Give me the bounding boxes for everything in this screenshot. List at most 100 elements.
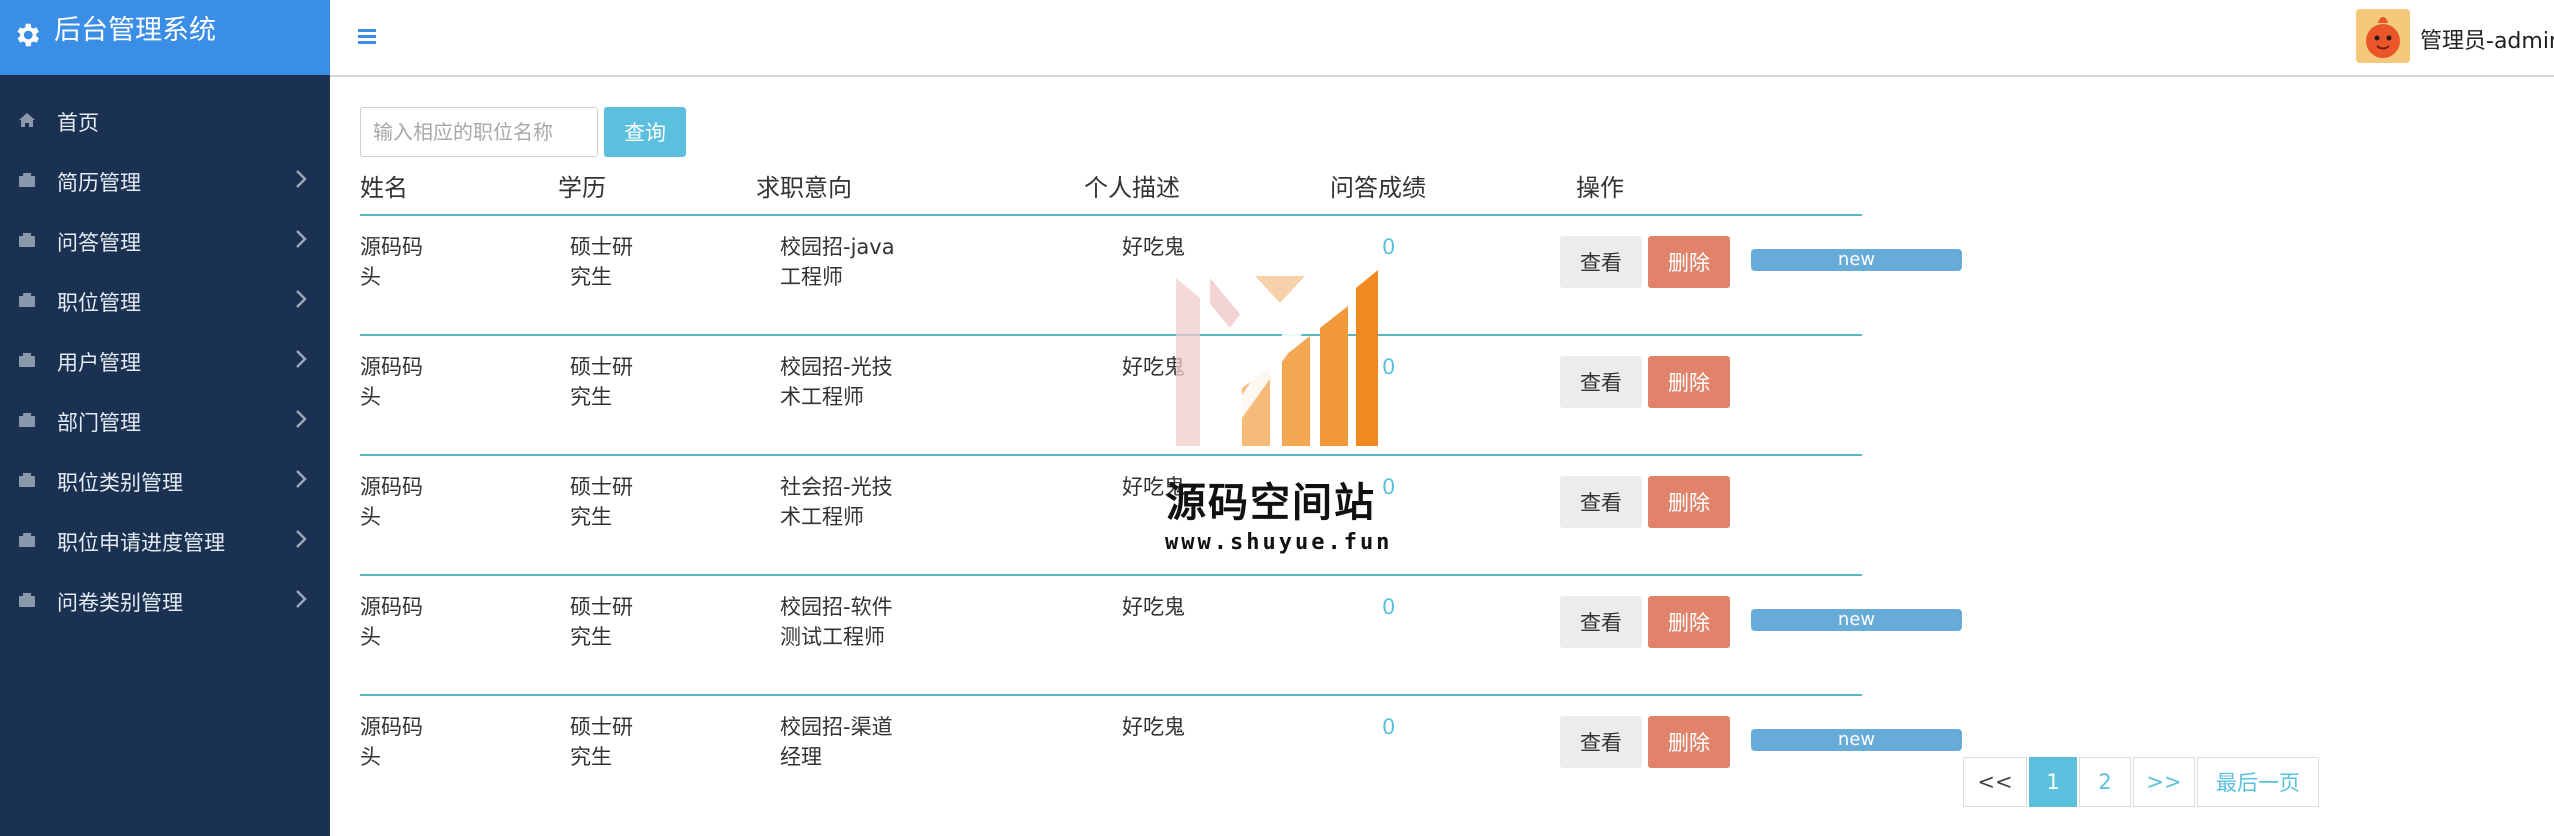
pagination-next[interactable]: >> <box>2133 757 2195 807</box>
sidebar-item-position-categories[interactable]: 职位类别管理 <box>0 450 330 510</box>
sidebar-item-label: 职位管理 <box>57 291 141 315</box>
table-row: 源码码头 硕士研 究生 校园招-光技 术工程师 好吃鬼 0 查看 删除 <box>360 336 1862 456</box>
column-header-intention: 求职意向 <box>756 174 852 202</box>
cell-name: 源码码头 <box>360 475 423 529</box>
watermark-url: www.shuyue.fun <box>1165 530 1393 555</box>
new-badge: new <box>1751 609 1962 631</box>
column-header-score: 问答成绩 <box>1330 174 1426 202</box>
cell-education: 硕士研 究生 <box>570 715 633 769</box>
search-button[interactable]: 查询 <box>604 107 686 157</box>
menu-icon <box>19 233 35 247</box>
cell-education: 硕士研 究生 <box>570 355 633 409</box>
sidebar-item-survey-categories[interactable]: 问卷类别管理 <box>0 570 330 630</box>
new-badge: new <box>1751 729 1962 751</box>
home-icon <box>19 113 35 127</box>
cell-score: 0 <box>1382 235 1396 259</box>
avatar-image <box>2356 9 2410 63</box>
sidebar-item-label: 简历管理 <box>57 171 141 195</box>
gear-icon <box>17 23 40 47</box>
sidebar-item-resume[interactable]: 简历管理 <box>0 150 330 210</box>
pagination-prev[interactable]: << <box>1963 757 2027 807</box>
cell-score: 0 <box>1382 715 1396 739</box>
cell-name: 源码码头 <box>360 235 423 289</box>
cell-intention: 校园招-java 工程师 <box>780 235 895 289</box>
cell-description: 好吃鬼 <box>1122 595 1185 619</box>
cell-intention: 校园招-软件 测试工程师 <box>780 595 893 649</box>
cell-score: 0 <box>1382 355 1396 379</box>
table-row: 源码码头 硕士研 究生 校园招-渠道 经理 好吃鬼 0 查看 删除 <box>360 696 1862 816</box>
delete-button[interactable]: 删除 <box>1648 356 1730 408</box>
sidebar: 后台管理系统 首页 简历管理 问答管理 职位管理 用户管理 部门管理 职位类别管… <box>0 0 330 836</box>
chevron-right-icon <box>296 350 307 368</box>
sidebar-item-departments[interactable]: 部门管理 <box>0 390 330 450</box>
app-title: 后台管理系统 <box>54 15 216 46</box>
new-badge: new <box>1751 249 1962 271</box>
chevron-right-icon <box>296 530 307 548</box>
cell-intention: 校园招-渠道 经理 <box>780 715 893 769</box>
sidebar-item-label: 用户管理 <box>57 351 141 375</box>
menu-icon <box>19 593 35 607</box>
delete-button[interactable]: 删除 <box>1648 716 1730 768</box>
cell-education: 硕士研 究生 <box>570 475 633 529</box>
sidebar-item-label: 职位申请进度管理 <box>57 531 225 555</box>
cell-name: 源码码头 <box>360 595 423 649</box>
sidebar-item-label: 职位类别管理 <box>57 471 183 495</box>
watermark-title: 源码空间站 <box>1166 480 1376 526</box>
sidebar-item-label: 问卷类别管理 <box>57 591 183 615</box>
view-button[interactable]: 查看 <box>1560 236 1642 288</box>
menu-icon <box>19 473 35 487</box>
table-row: 源码码头 硕士研 究生 校园招-软件 测试工程师 好吃鬼 0 查看 删除 <box>360 576 1862 696</box>
chevron-right-icon <box>296 590 307 608</box>
menu-icon <box>19 533 35 547</box>
delete-button[interactable]: 删除 <box>1648 236 1730 288</box>
pagination-last[interactable]: 最后一页 <box>2197 757 2319 807</box>
column-header-education: 学历 <box>558 174 606 202</box>
cell-education: 硕士研 究生 <box>570 235 633 289</box>
column-header-actions: 操作 <box>1576 174 1624 202</box>
sidebar-item-users[interactable]: 用户管理 <box>0 330 330 390</box>
chevron-right-icon <box>296 470 307 488</box>
brand-bar: 后台管理系统 <box>0 0 330 75</box>
table-row: 源码码头 硕士研 究生 社会招-光技 术工程师 好吃鬼 0 查看 删除 <box>360 456 1862 576</box>
cell-education: 硕士研 究生 <box>570 595 633 649</box>
pagination-page-2[interactable]: 2 <box>2079 757 2131 807</box>
cell-score: 0 <box>1382 475 1396 499</box>
delete-button[interactable]: 删除 <box>1648 596 1730 648</box>
cell-intention: 校园招-光技 术工程师 <box>780 355 893 409</box>
chevron-right-icon <box>296 170 307 188</box>
top-header: 管理员-admin <box>330 0 2554 77</box>
sidebar-item-application-progress[interactable]: 职位申请进度管理 <box>0 510 330 570</box>
pagination-page-1[interactable]: 1 <box>2029 757 2077 807</box>
hamburger-icon[interactable] <box>358 29 376 45</box>
delete-button[interactable]: 删除 <box>1648 476 1730 528</box>
sidebar-item-position[interactable]: 职位管理 <box>0 270 330 330</box>
sidebar-menu: 首页 简历管理 问答管理 职位管理 用户管理 部门管理 职位类别管理 职位申请进… <box>0 90 330 630</box>
watermark-logo-icon <box>1176 270 1378 446</box>
menu-icon <box>19 293 35 307</box>
view-button[interactable]: 查看 <box>1560 356 1642 408</box>
cell-description: 好吃鬼 <box>1122 235 1185 259</box>
menu-icon <box>19 173 35 187</box>
current-user-label[interactable]: 管理员-admin <box>2420 23 2554 55</box>
avatar[interactable] <box>2356 9 2410 63</box>
column-header-description: 个人描述 <box>1084 174 1180 202</box>
cell-description: 好吃鬼 <box>1122 715 1185 739</box>
chevron-right-icon <box>296 290 307 308</box>
sidebar-item-label: 部门管理 <box>57 411 141 435</box>
search-input[interactable] <box>360 107 598 157</box>
cell-score: 0 <box>1382 595 1396 619</box>
menu-icon <box>19 413 35 427</box>
cell-name: 源码码头 <box>360 355 423 409</box>
view-button[interactable]: 查看 <box>1560 476 1642 528</box>
sidebar-item-label: 问答管理 <box>57 231 141 255</box>
chevron-right-icon <box>296 410 307 428</box>
sidebar-item-label: 首页 <box>57 111 99 135</box>
menu-icon <box>19 353 35 367</box>
cell-name: 源码码头 <box>360 715 423 769</box>
view-button[interactable]: 查看 <box>1560 596 1642 648</box>
sidebar-item-qa[interactable]: 问答管理 <box>0 210 330 270</box>
table-row: 源码码头 硕士研 究生 校园招-java 工程师 好吃鬼 0 查看 删除 <box>360 216 1862 336</box>
view-button[interactable]: 查看 <box>1560 716 1642 768</box>
sidebar-item-home[interactable]: 首页 <box>0 90 330 150</box>
column-header-name: 姓名 <box>360 174 408 202</box>
